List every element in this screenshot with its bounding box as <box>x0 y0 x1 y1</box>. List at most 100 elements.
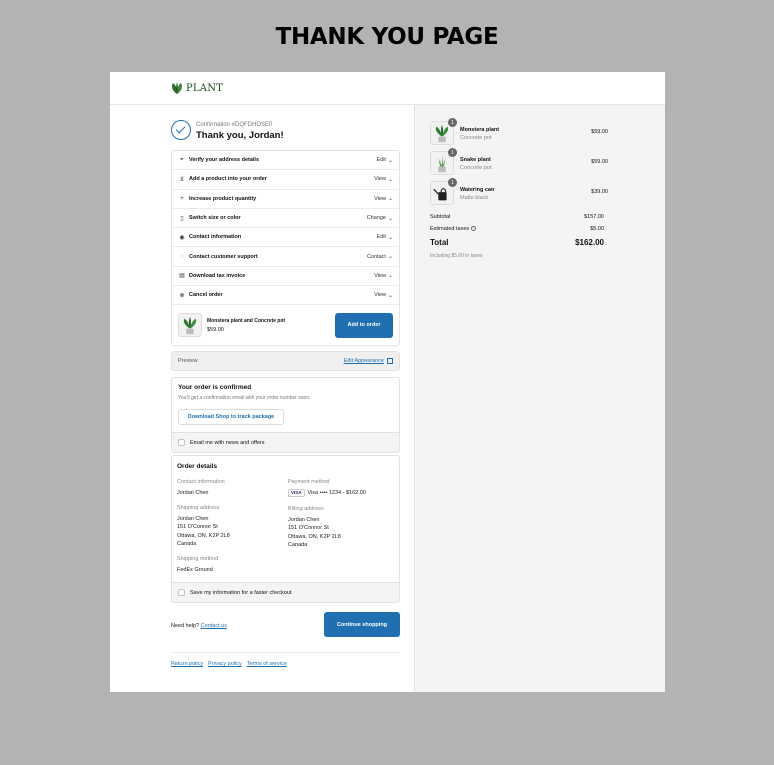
brand-logo[interactable]: PLANT <box>170 81 223 95</box>
order-actions-list: ⌖ Verify your address details Edit ⌄ ⊻ Ad… <box>171 150 400 347</box>
shipping-address-label: Shipping address <box>177 505 220 511</box>
action-verify-address[interactable]: ⌖ Verify your address details Edit ⌄ <box>172 151 399 171</box>
tax-note: Including $5.00 in taxes <box>430 253 483 259</box>
return-policy-link[interactable]: Return policy <box>171 661 203 667</box>
taxes-label: Estimated taxes <box>430 226 470 232</box>
invoice-icon: ▤ <box>179 273 185 280</box>
action-text: View <box>374 195 386 202</box>
cart-item: 1 Watering can Matte black $39.00 <box>430 178 608 207</box>
action-link[interactable]: Edit ⌄ <box>376 234 393 241</box>
cart-item-price: $59.00 <box>591 129 608 135</box>
action-contact-info[interactable]: ◉ Contact information Edit ⌄ <box>172 228 399 248</box>
footer-links: Return policy Privacy policy Terms of se… <box>171 661 287 667</box>
cart-item-variant: Matte black <box>460 195 489 201</box>
action-text: Change <box>366 215 386 222</box>
action-link[interactable]: View ⌄ <box>374 272 393 280</box>
order-details-card: Order details Contact information Jordan… <box>171 455 400 603</box>
shipping-address-line: 151 O'Connor St <box>177 524 218 530</box>
upsell-name: Monstera plant and Concrete pot <box>207 317 286 324</box>
order-summary-panel: 1 Monstera plant Concrete pot $59.00 1 S… <box>414 105 665 692</box>
contact-us-link[interactable]: Contact us <box>201 623 227 629</box>
add-to-order-button[interactable]: Add to order <box>335 312 393 338</box>
checkout-window: PLANT Confirmation #DQFDHOSE0 Thank you,… <box>110 72 665 692</box>
action-label: Cancel order <box>189 292 223 299</box>
thank-you-title: Thank you, Jordan! <box>196 130 284 141</box>
chevron-down-icon: ⌄ <box>387 292 393 299</box>
quantity-badge: 1 <box>448 148 457 157</box>
chevron-down-icon: ⌄ <box>387 157 393 164</box>
save-info-row[interactable]: Save my information for a faster checkou… <box>172 582 399 602</box>
action-link[interactable]: View ⌄ <box>374 292 393 299</box>
chevron-down-icon: ⌄ <box>387 273 393 280</box>
quantity-badge: 1 <box>448 178 457 187</box>
action-label: Verify your address details <box>189 157 260 164</box>
action-link[interactable]: Edit ⌄ <box>376 157 393 164</box>
user-circle-icon: ◉ <box>179 234 185 241</box>
action-label: Add a product into your order <box>189 176 267 183</box>
billing-address-label: Billing address <box>288 506 324 512</box>
action-text: View <box>374 272 386 279</box>
plus-icon: + <box>180 195 184 202</box>
order-status-card: Your order is confirmed You'll get a con… <box>171 377 400 453</box>
cart-item: 1 Monstera plant Concrete pot $59.00 <box>430 118 608 147</box>
billing-address-line: Ottawa, ON, K2P 2L8 <box>288 533 341 540</box>
order-status-message: You'll get a confirmation email with you… <box>178 395 311 401</box>
preview-label: Preview <box>178 358 198 364</box>
cart-item: 1 Snake plant Concrete pot $59.00 <box>430 148 608 177</box>
action-link[interactable]: View ⌄ <box>374 195 393 203</box>
confirmation-number: Confirmation #DQFDHOSE0 <box>196 122 273 128</box>
monstera-plant-icon: 1 <box>430 118 457 145</box>
action-link[interactable]: Contact ⌄ <box>367 253 393 261</box>
save-info-checkbox[interactable] <box>178 589 185 596</box>
continue-shopping-button[interactable]: Continue shopping <box>324 612 400 637</box>
payment-method-value: Visa •••• 1234 - $162.00 <box>307 489 366 496</box>
snake-plant-icon: 1 <box>430 148 457 175</box>
total-row: Total $162.00 <box>430 238 604 247</box>
action-text: View <box>374 292 386 299</box>
action-switch-size[interactable]: ▯ Switch size or color Change ⌄ <box>172 209 399 229</box>
action-text: View <box>374 176 386 183</box>
action-contact-support[interactable]: ◌ Contact customer support Contact ⌄ <box>172 247 399 267</box>
email-optin-checkbox[interactable] <box>178 439 185 446</box>
edit-appearance-link[interactable]: Edit Appearance <box>344 358 393 364</box>
watering-can-icon: 1 <box>430 178 457 205</box>
preview-bar: Preview Edit Appearance <box>171 351 400 371</box>
action-add-product[interactable]: ⊻ Add a product into your order View ⌄ <box>172 170 399 190</box>
save-info-label: Save my information for a faster checkou… <box>190 589 292 596</box>
action-cancel-order[interactable]: ⊗ Cancel order View ⌄ <box>172 286 399 306</box>
visa-card-icon: VISA <box>288 488 305 497</box>
subtotal-value: $157.00 <box>584 214 604 220</box>
total-value: $162.00 <box>575 238 604 247</box>
info-icon[interactable] <box>471 226 477 232</box>
cart-item-price: $39.00 <box>591 189 608 195</box>
help-text: Need help? Contact us <box>171 623 227 629</box>
shipping-address-block: Shipping address Jordan Chen 151 O'Conno… <box>177 504 230 549</box>
subtotal-row: Subtotal $157.00 <box>430 214 604 220</box>
order-details-title: Order details <box>177 463 218 470</box>
action-link[interactable]: View ⌄ <box>374 176 393 183</box>
contact-info-block: Contact information Jordan Chen <box>177 478 225 497</box>
download-shop-button[interactable]: Download Shop to track package <box>178 409 284 425</box>
action-label: Increase product quantity <box>189 195 257 202</box>
shipping-method-label: Shipping method <box>177 556 219 562</box>
monstera-plant-icon <box>178 313 202 338</box>
edit-appearance-text: Edit Appearance <box>343 358 384 364</box>
action-download-invoice[interactable]: ▤ Download tax invoice View ⌄ <box>172 267 399 287</box>
action-label: Contact customer support <box>189 253 258 260</box>
chat-icon: ◌ <box>180 253 184 260</box>
chevron-down-icon: ⌄ <box>387 234 393 241</box>
cart-icon: ⊻ <box>179 176 185 183</box>
cart-item-name: Monstera plant <box>460 127 500 133</box>
external-link-icon <box>387 358 393 364</box>
shipping-address-line: Ottawa, ON, K2P 2L8 <box>177 532 230 539</box>
action-link[interactable]: Change ⌄ <box>367 215 393 222</box>
email-optin-row[interactable]: Email me with news and offers <box>172 432 399 452</box>
billing-address-line: Canada <box>288 542 308 548</box>
payment-method-block: Payment method VISA Visa •••• 1234 - $162… <box>288 478 366 497</box>
taxes-row: Estimated taxes $5.00 <box>430 226 604 232</box>
page-heading: THANK YOU PAGE <box>275 24 499 50</box>
privacy-policy-link[interactable]: Privacy policy <box>208 661 242 667</box>
terms-of-service-link[interactable]: Terms of service <box>247 661 287 667</box>
clipboard-icon: ▯ <box>180 215 184 222</box>
action-increase-quantity[interactable]: + Increase product quantity View ⌄ <box>172 190 399 209</box>
